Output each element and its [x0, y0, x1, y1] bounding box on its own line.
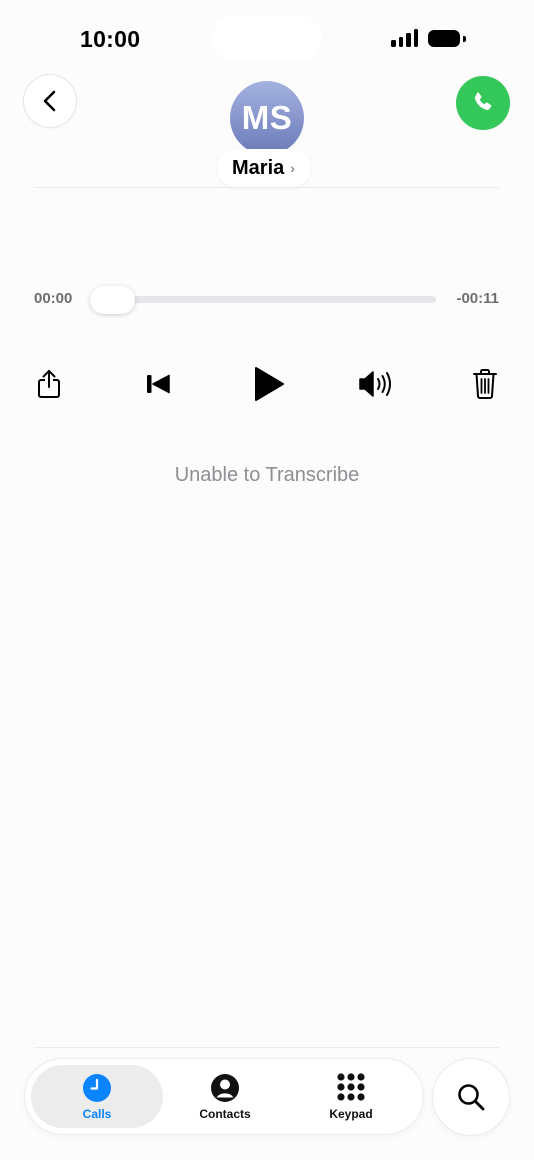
person-icon	[211, 1073, 239, 1102]
chevron-right-icon: ›	[290, 160, 295, 176]
back-button[interactable]	[24, 75, 76, 127]
chevron-left-icon	[43, 90, 56, 112]
skip-back-icon	[147, 374, 170, 394]
tab-bar-divider	[34, 1047, 500, 1048]
speaker-button[interactable]	[356, 364, 396, 404]
search-button[interactable]	[433, 1059, 509, 1135]
tab-bar: Calls Contacts Keypad	[25, 1059, 423, 1134]
share-icon	[38, 370, 60, 398]
cellular-signal-icon	[391, 29, 418, 47]
contact-name: Maria	[232, 156, 285, 179]
call-button[interactable]	[456, 76, 510, 130]
tab-contacts[interactable]: Contacts	[159, 1065, 291, 1128]
header-divider	[34, 187, 500, 188]
clock-icon	[83, 1073, 111, 1102]
speaker-icon	[359, 371, 391, 397]
status-time: 10:00	[80, 26, 141, 52]
play-button[interactable]	[250, 364, 288, 404]
share-button[interactable]	[34, 364, 64, 404]
battery-icon	[428, 30, 466, 47]
dynamic-island	[212, 16, 322, 60]
tab-keypad[interactable]: Keypad	[285, 1065, 417, 1128]
progress-thumb[interactable]	[90, 286, 135, 314]
avatar-initials: MS	[241, 99, 293, 136]
contact-name-button[interactable]: Maria ›	[217, 149, 311, 187]
tab-label-keypad: Keypad	[329, 1106, 373, 1121]
play-icon	[255, 367, 284, 401]
tab-label-contacts: Contacts	[199, 1106, 251, 1121]
phone-icon	[474, 92, 492, 110]
skip-back-button[interactable]	[143, 364, 173, 404]
remaining-time: -00:11	[456, 290, 499, 307]
elapsed-time: 00:00	[34, 290, 73, 307]
trash-icon	[473, 369, 497, 399]
tab-calls[interactable]: Calls	[31, 1065, 163, 1128]
transcription-status: Unable to Transcribe	[174, 464, 360, 486]
status-bar: 10:00	[0, 0, 534, 80]
delete-button[interactable]	[470, 364, 500, 404]
keypad-icon	[337, 1072, 365, 1101]
status-icons	[391, 29, 466, 47]
search-icon	[458, 1084, 485, 1111]
tab-label-calls: Calls	[82, 1106, 112, 1121]
avatar[interactable]: MS	[230, 81, 304, 155]
progress-track[interactable]	[96, 296, 436, 303]
